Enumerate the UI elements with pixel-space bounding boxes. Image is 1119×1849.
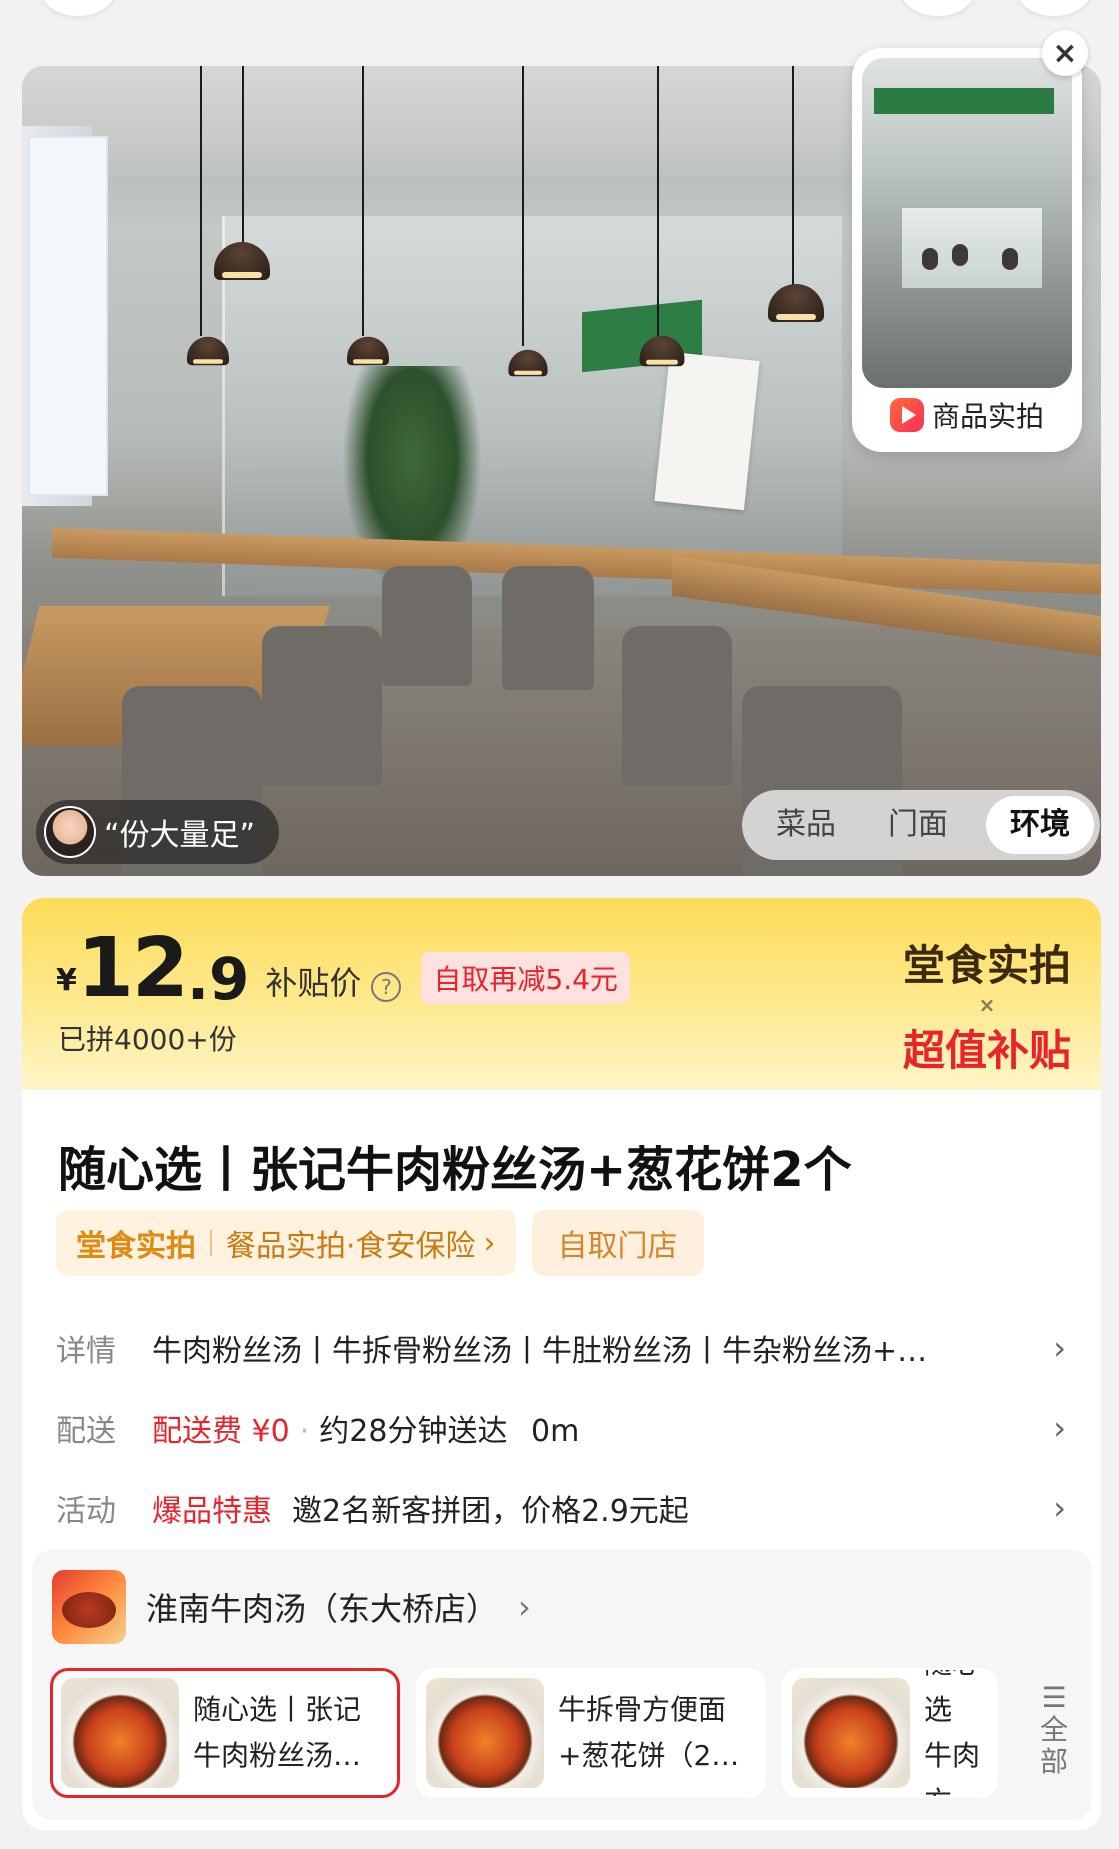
item-line1: 随心选丨张记 [193, 1693, 362, 1726]
play-icon [889, 398, 924, 432]
favorite-button[interactable] [900, 0, 976, 16]
divider [210, 1230, 212, 1256]
subsidy-price-label: 补贴价 [265, 964, 362, 1002]
item-text: 随心选丨张记 牛肉粉丝汤… [193, 1687, 361, 1779]
tab-storefront[interactable]: 门面 [874, 796, 962, 854]
promo-top-text: 堂食实拍 [902, 941, 1071, 990]
detail-value: 牛肉粉丝汤丨牛拆骨粉丝汤丨牛肚粉丝汤丨牛杂粉丝汤+… [152, 1334, 928, 1369]
product-card: 随心选丨张记牛肉粉丝汤+葱花饼2个 堂食实拍 餐品实拍·食安保险 › 自取门店 … [22, 1090, 1101, 1830]
item-line2: +葱花饼（2… [558, 1739, 740, 1772]
share-button[interactable] [1016, 0, 1092, 16]
related-item-card[interactable]: 牛拆骨方便面 +葱花饼（2… [416, 1668, 766, 1798]
chair [622, 626, 732, 786]
separator: · [299, 1414, 310, 1449]
chair [262, 626, 382, 786]
pickup-discount-badge: 自取再减5.4元 [421, 952, 630, 1004]
chevron-right-icon: › [483, 1225, 496, 1261]
view-all-button[interactable]: ☰ 全部 [1030, 1682, 1078, 1778]
item-text: 牛拆骨方便面 +葱花饼（2… [558, 1687, 739, 1779]
activity-value: 爆品特惠 邀2名新客拼团，价格2.9元起 [152, 1486, 1053, 1530]
detail-key: 详情 [56, 1334, 116, 1369]
sold-count: 已拼4000+份 [58, 1023, 237, 1056]
product-title: 随心选丨张记牛肉粉丝汤+葱花饼2个 [58, 1142, 852, 1198]
chevron-right-icon: › [1053, 1489, 1066, 1527]
activity-tag: 爆品特惠 [152, 1494, 272, 1529]
tag-sub-label: 餐品实拍·食安保险 [226, 1229, 476, 1264]
tag-main-label: 堂食实拍 [76, 1229, 196, 1264]
live-label-text: 商品实拍 [931, 400, 1044, 433]
item-line2: 牛肉粉丝汤… [193, 1739, 362, 1772]
chair [382, 566, 472, 686]
review-quote-chip[interactable]: “份大量足” [36, 800, 280, 864]
person [952, 244, 968, 266]
activity-row[interactable]: 活动 爆品特惠 邀2名新客拼团，价格2.9元起 › [56, 1486, 1066, 1530]
lamp-wire [657, 66, 659, 336]
store-header[interactable]: 淮南牛肉汤（东大桥店） › [52, 1570, 531, 1644]
detail-row[interactable]: 详情 牛肉粉丝汤丨牛拆骨粉丝汤丨牛肚粉丝汤丨牛杂粉丝汤+… › [56, 1326, 1066, 1370]
activity-text: 邀2名新客拼团，价格2.9元起 [292, 1494, 689, 1529]
tab-environment[interactable]: 环境 [986, 796, 1094, 854]
price-row: ¥ 12 .9 补贴价 ? 自取再减5.4元 [56, 928, 630, 1010]
item-thumbnail [792, 1678, 910, 1788]
chevron-right-icon: › [518, 1588, 531, 1626]
review-quote-text: “份大量足” [104, 818, 256, 853]
mall-sign [874, 88, 1054, 114]
tab-dishes[interactable]: 菜品 [762, 796, 850, 854]
delivery-value: 配送费 ¥0 · 约28分钟送达 0m [152, 1406, 1053, 1450]
delivery-key: 配送 [56, 1414, 116, 1449]
store-section: 淮南牛肉汤（东大桥店） › 随心选丨张记 牛肉粉丝汤… 牛拆骨方便面 +葱花饼（… [32, 1550, 1092, 1820]
item-thumbnail [426, 1678, 544, 1788]
shop-front [902, 208, 1042, 288]
activity-key: 活动 [56, 1494, 116, 1529]
tags-row: 堂食实拍 餐品实拍·食安保险 › 自取门店 [56, 1210, 704, 1276]
price-integer: 12 [76, 921, 189, 1016]
promo-mid-text: × [978, 993, 996, 1017]
live-photo-inset[interactable]: 商品实拍 [852, 48, 1082, 452]
live-photo-thumbnail [862, 58, 1072, 388]
promo-bottom-text: 超值补贴 [902, 1026, 1071, 1075]
currency-symbol: ¥ [56, 963, 77, 998]
person [1002, 248, 1018, 270]
promo-badge: 堂食实拍 × 超值补贴 [903, 932, 1071, 1078]
delivery-row[interactable]: 配送 配送费 ¥0 · 约28分钟送达 0m › [56, 1406, 1066, 1450]
store-logo [52, 1570, 126, 1644]
live-photo-label: 商品实拍 [862, 388, 1072, 442]
chevron-right-icon: › [1053, 1329, 1066, 1367]
lamp-wire [200, 66, 202, 336]
item-line1: 随心选 [924, 1670, 980, 1726]
back-button[interactable] [40, 0, 116, 16]
price-banner: ¥ 12 .9 补贴价 ? 自取再减5.4元 已拼4000+份 堂食实拍 × 超… [22, 898, 1101, 1090]
photo-category-tabs: 菜品 门面 环境 [742, 790, 1100, 860]
related-item-card[interactable]: 随心选 牛肉方 [782, 1668, 998, 1798]
pickup-store-tag[interactable]: 自取门店 [531, 1210, 704, 1276]
lamp-wire [242, 66, 244, 246]
view-all-label: 全部 [1039, 1713, 1068, 1778]
store-name: 淮南牛肉汤（东大桥店） [146, 1590, 499, 1628]
related-item-card[interactable]: 随心选丨张记 牛肉粉丝汤… [50, 1668, 400, 1798]
paper-sheet [654, 351, 760, 511]
lamp-wire [792, 66, 794, 286]
item-line1: 牛拆骨方便面 [558, 1693, 727, 1726]
chevron-right-icon: › [1053, 1409, 1066, 1447]
person [922, 248, 938, 270]
delivery-fee: 配送费 ¥0 [152, 1414, 290, 1449]
related-items-row: 随心选丨张记 牛肉粉丝汤… 牛拆骨方便面 +葱花饼（2… 随心选 牛肉方 [50, 1668, 998, 1798]
item-line2: 牛肉方 [924, 1739, 981, 1796]
delivery-distance: 0m [531, 1414, 580, 1449]
item-text: 随心选 牛肉方 [924, 1670, 988, 1796]
close-icon[interactable]: × [1042, 30, 1088, 76]
delivery-time: 约28分钟送达 [319, 1414, 508, 1449]
menu-poster [28, 136, 108, 496]
item-thumbnail [61, 1678, 179, 1788]
lamp-wire [362, 66, 364, 336]
lamp-wire [522, 66, 524, 346]
help-icon[interactable]: ? [371, 972, 402, 1002]
chair [502, 566, 594, 690]
price-decimal: .9 [187, 945, 250, 1013]
list-icon: ☰ [1041, 1681, 1067, 1714]
dine-in-photo-tag[interactable]: 堂食实拍 餐品实拍·食安保险 › [56, 1210, 516, 1276]
avatar [44, 806, 96, 858]
